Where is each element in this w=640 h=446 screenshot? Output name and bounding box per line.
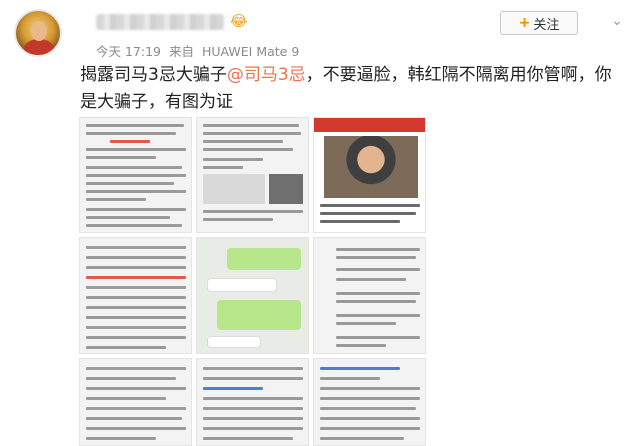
grid-image-2[interactable] (196, 117, 309, 233)
grid-image-7[interactable] (79, 358, 192, 446)
user-badge-emoji: 😂 (230, 12, 248, 30)
image-grid (79, 117, 426, 446)
post-time: 今天 17:19 (96, 44, 161, 59)
grid-image-1[interactable] (79, 117, 192, 233)
post-text-part1: 揭露司马3忌大骗子 (80, 65, 227, 85)
post-meta: 今天 17:19 来自 HUAWEI Mate 9 (96, 41, 303, 60)
post-source-device: HUAWEI Mate 9 (201, 44, 300, 59)
post-source-prefix: 来自 (168, 44, 194, 59)
grid-image-6[interactable] (313, 237, 426, 354)
grid-image-5[interactable] (196, 237, 309, 354)
grid-image-9[interactable] (313, 358, 426, 446)
grid-image-8[interactable] (196, 358, 309, 446)
post-text: 揭露司马3忌大骗子@司马3忌，不要逼脸，韩红隔不隔离用你管啊，你是大骗子，有图为… (80, 62, 625, 116)
chevron-down-icon[interactable]: ⌄ (606, 10, 628, 32)
grid-image-4[interactable] (79, 237, 192, 354)
follow-label: 关注 (533, 17, 560, 33)
avatar-robe (24, 39, 54, 55)
grid-image-3[interactable] (313, 117, 426, 233)
avatar[interactable] (14, 9, 62, 57)
avatar-face (31, 21, 47, 41)
username-blurred[interactable] (96, 14, 224, 30)
mention-link[interactable]: @司马3忌 (227, 65, 306, 85)
plus-icon: + (518, 15, 531, 31)
follow-button[interactable]: + 关注 (500, 11, 578, 35)
